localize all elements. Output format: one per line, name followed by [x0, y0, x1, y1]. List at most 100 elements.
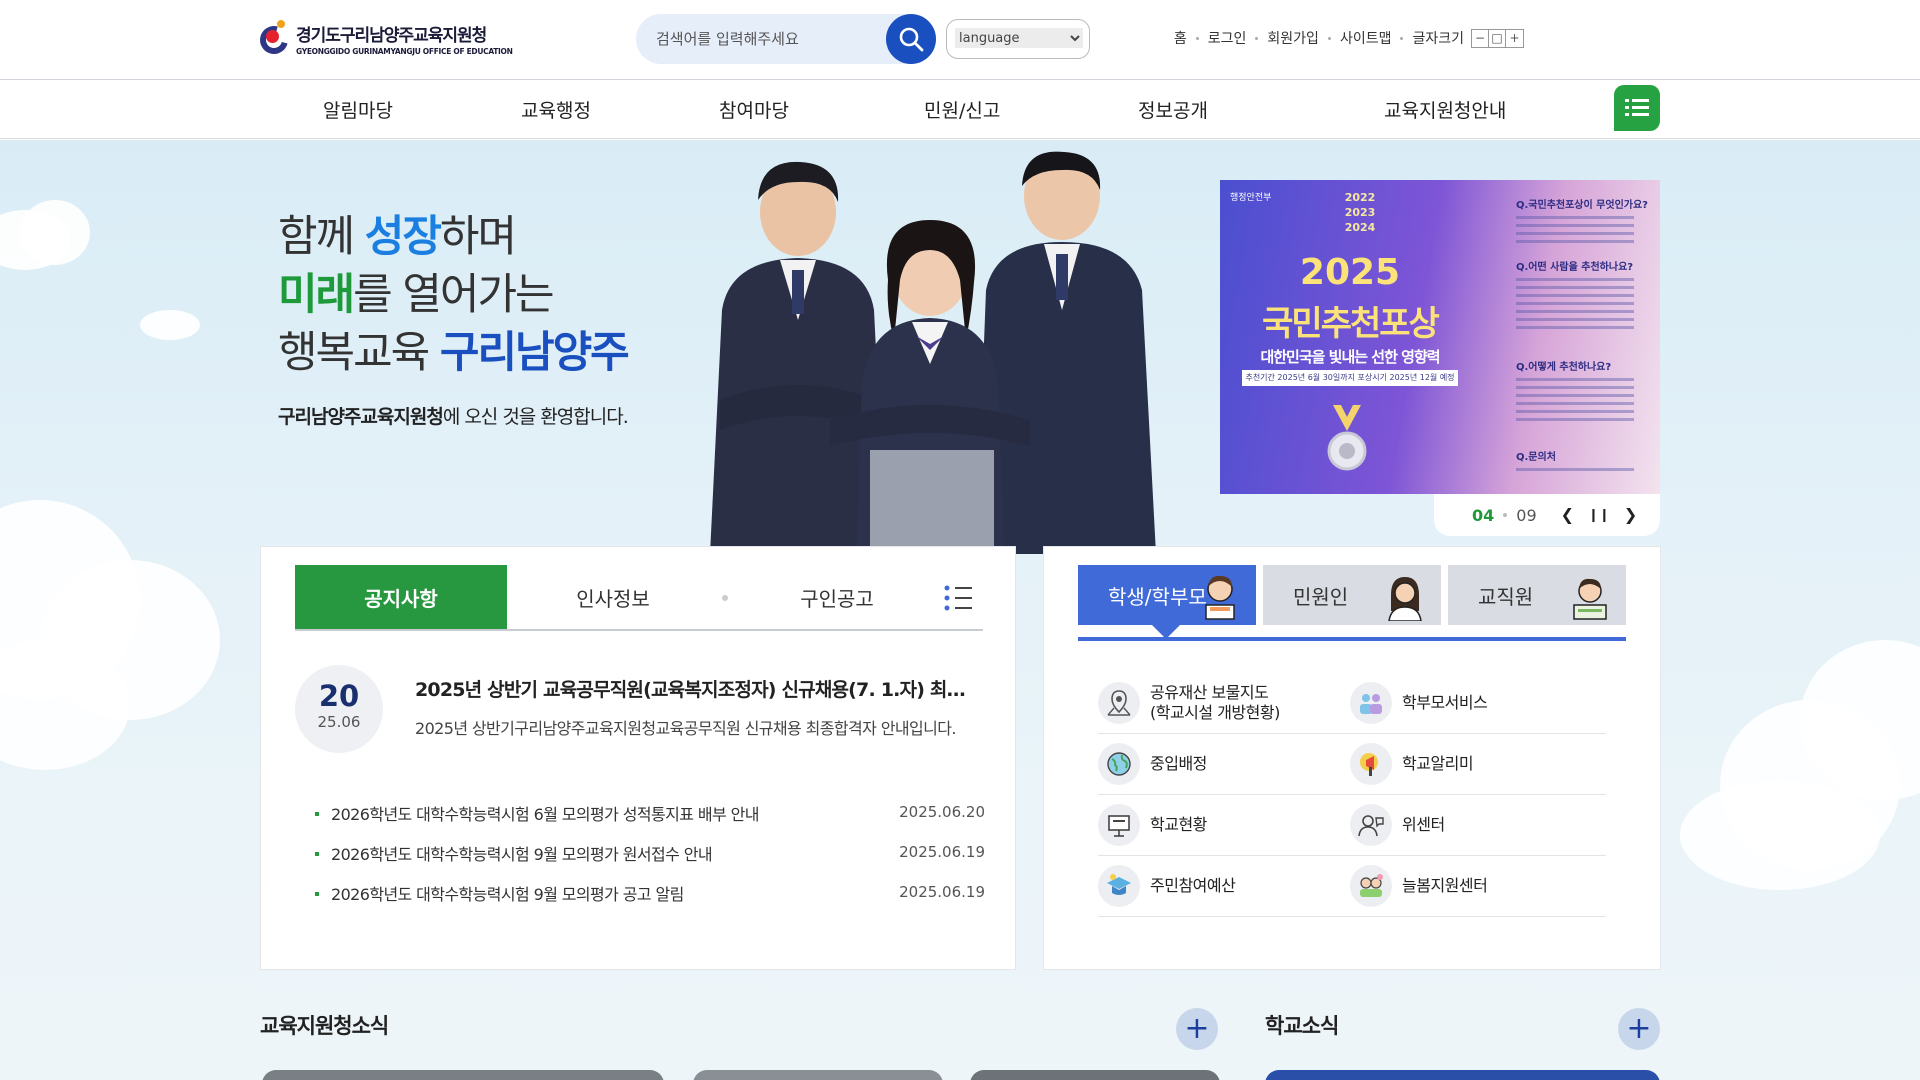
tab-staff[interactable]: 교직원 — [1448, 565, 1626, 625]
logo-korean-name: 경기도구리남양주교육지원청 — [296, 25, 487, 46]
notice-tabs: 공지사항 인사정보 구인공고 — [295, 565, 983, 631]
service-label: 학교알리미 — [1402, 754, 1474, 773]
utility-links: 홈 로그인 회원가입 사이트맵 글자크기 − □ + — [1174, 28, 1524, 48]
search-box — [636, 14, 936, 64]
banner-qa: Q.국민추천포상이 무엇인가요? — [1516, 196, 1656, 243]
util-sitemap-link[interactable]: 사이트맵 — [1340, 28, 1392, 48]
notice-title[interactable]: 2026학년도 대학수학능력시험 9월 모의평가 공고 알림 — [331, 881, 684, 905]
nav-notice[interactable]: 알림마당 — [323, 96, 393, 123]
service-label: 늘봄지원센터 — [1402, 876, 1488, 895]
banner-question: Q.문의처 — [1516, 452, 1556, 463]
tab-personnel[interactable]: 인사정보 — [507, 565, 719, 629]
nav-edu-admin[interactable]: 교육행정 — [521, 96, 591, 123]
font-decrease-button[interactable]: − — [1472, 29, 1489, 47]
service-grid: 공유재산 보물지도 (학교시설 개방현황) 학부모서비스 중입배정 학교알리미 … — [1098, 673, 1606, 917]
chevron-left-icon[interactable]: ❮ — [1561, 507, 1574, 523]
site-header: 경기도구리남양주교육지원청 GYEONGGIDO GURINAMYANGJU O… — [0, 0, 1920, 80]
list-menu-icon — [1625, 99, 1649, 116]
staff-avatar-icon — [1573, 578, 1607, 620]
globe-icon — [1107, 752, 1131, 776]
notice-board: 공지사항 인사정보 구인공고 20 25.06 2025년 상반기 교육공무직원… — [260, 546, 1016, 970]
banner-question: Q.어떻게 추천하나요? — [1516, 362, 1612, 373]
map-pin-icon — [1107, 690, 1131, 716]
main-navigation: 알림마당 교육행정 참여마당 민원/신고 정보공개 교육지원청안내 — [0, 80, 1920, 139]
tab-label: 교직원 — [1478, 584, 1534, 609]
cloud-decoration — [1680, 780, 1880, 890]
service-label: 학교현황 — [1150, 815, 1207, 834]
news-thumbnail[interactable] — [970, 1070, 1220, 1080]
service-parent-service[interactable]: 학부모서비스 — [1350, 673, 1606, 733]
service-wee-center[interactable]: 위센터 — [1350, 795, 1606, 855]
search-input[interactable] — [656, 25, 866, 53]
tab-students-parents[interactable]: 학생/학부모 — [1078, 565, 1256, 639]
language-select[interactable]: language — [955, 28, 1083, 48]
medal-icon — [1327, 405, 1367, 471]
banner-date-line: 추천기간 2025년 6월 30일까지 포상시기 2025년 12월 예정 — [1242, 370, 1458, 386]
promo-banner-slide[interactable]: 행정안전부 2022 2023 2024 2025 국민추천포상 대한민국을 빛… — [1220, 180, 1660, 494]
list-item[interactable]: 2026학년도 대학수학능력시험 6월 모의평가 성적통지표 배부 안내 202… — [315, 801, 985, 841]
nav-office-guide[interactable]: 교육지원청안내 — [1384, 96, 1506, 123]
chevron-right-icon[interactable]: ❯ — [1624, 507, 1637, 523]
slogan-text: 를 열어가는 — [353, 270, 554, 320]
nav-participation[interactable]: 참여마당 — [719, 96, 789, 123]
font-reset-button[interactable]: □ — [1489, 29, 1506, 47]
office-news-more-button[interactable]: + — [1176, 1008, 1218, 1050]
slogan-text: 함께 — [278, 212, 365, 262]
service-label: 주민참여예산 — [1150, 876, 1236, 895]
util-signup-link[interactable]: 회원가입 — [1267, 28, 1319, 48]
school-news-thumbnail[interactable] — [1265, 1070, 1660, 1080]
service-neulbom-center[interactable]: 늘봄지원센터 — [1350, 856, 1606, 916]
service-school-status[interactable]: 학교현황 — [1098, 795, 1348, 855]
parents-icon — [1360, 694, 1382, 714]
welcome-bold: 구리남양주교육지원청 — [278, 406, 444, 428]
banner-year-big: 2025 — [1299, 252, 1401, 293]
more-list-icon[interactable] — [943, 583, 973, 613]
service-middle-school-assign[interactable]: 중입배정 — [1098, 734, 1348, 794]
util-login-link[interactable]: 로그인 — [1208, 28, 1247, 48]
all-menu-button[interactable] — [1614, 85, 1660, 131]
nav-info-disclosure[interactable]: 정보공개 — [1138, 96, 1208, 123]
nav-civil-report[interactable]: 민원/신고 — [924, 96, 1000, 123]
news-thumbnail[interactable] — [693, 1070, 943, 1080]
slogan-highlight: 미래 — [278, 270, 355, 320]
list-item[interactable]: 2026학년도 대학수학능력시험 9월 모의평가 공고 알림 2025.06.1… — [315, 881, 985, 921]
featured-summary: 2025년 상반기구리남양주교육지원청교육공무직원 신규채용 최종합격자 안내입… — [415, 719, 956, 738]
util-font-size-label: 글자크기 — [1412, 31, 1464, 47]
service-label: 중입배정 — [1150, 754, 1207, 773]
tab-notice[interactable]: 공지사항 — [295, 565, 507, 629]
banner-ministry-label: 행정안전부 — [1230, 193, 1272, 203]
logo-emblem-icon — [254, 20, 294, 60]
notice-date: 2025.06.19 — [899, 883, 985, 901]
list-item[interactable]: 2026학년도 대학수학능력시험 9월 모의평가 원서접수 안내 2025.06… — [315, 841, 985, 881]
service-school-info[interactable]: 학교알리미 — [1350, 734, 1606, 794]
featured-date-badge: 20 25.06 — [295, 665, 383, 753]
featured-notice[interactable]: 20 25.06 2025년 상반기 교육공무직원(교육복지조정자) 신규채용(… — [295, 665, 985, 755]
news-thumbnail[interactable] — [262, 1070, 664, 1080]
featured-day: 20 — [318, 679, 360, 713]
notice-list: 2026학년도 대학수학능력시험 6월 모의평가 성적통지표 배부 안내 202… — [315, 801, 985, 921]
language-selector: language — [946, 19, 1090, 59]
featured-title[interactable]: 2025년 상반기 교육공무직원(교육복지조정자) 신규채용(7. 1.자) 최… — [415, 675, 981, 702]
pause-icon[interactable]: ❙❙ — [1588, 509, 1610, 522]
notice-date: 2025.06.19 — [899, 843, 985, 861]
banner-years: 2022 2023 2024 — [1338, 190, 1382, 235]
service-public-property-map[interactable]: 공유재산 보물지도 (학교시설 개방현황) — [1098, 673, 1348, 733]
util-home-link[interactable]: 홈 — [1174, 28, 1187, 48]
student-avatar-icon — [1205, 575, 1235, 620]
pager-total: 09 — [1516, 505, 1537, 525]
tab-civilian[interactable]: 민원인 — [1263, 565, 1441, 625]
civilian-avatar-icon — [1388, 577, 1422, 621]
cloud-decoration — [20, 200, 90, 265]
banner-qa: Q.어떤 사람을 추천하나요? — [1516, 258, 1656, 329]
service-resident-budget[interactable]: 주민참여예산 — [1098, 856, 1348, 916]
notice-title[interactable]: 2026학년도 대학수학능력시험 6월 모의평가 성적통지표 배부 안내 — [331, 801, 759, 825]
hero-slogan: 함께 성장하며 미래를 열어가는 행복교육 구리남양주 — [278, 208, 630, 382]
service-label: 학부모서비스 — [1402, 693, 1488, 712]
school-news-more-button[interactable]: + — [1618, 1008, 1660, 1050]
notice-title[interactable]: 2026학년도 대학수학능력시험 9월 모의평가 원서접수 안내 — [331, 841, 713, 865]
service-label: 공유재산 보물지도 (학교시설 개방현황) — [1150, 683, 1280, 722]
font-increase-button[interactable]: + — [1506, 30, 1523, 47]
search-button[interactable] — [886, 14, 936, 64]
site-logo[interactable]: 경기도구리남양주교육지원청 GYEONGGIDO GURINAMYANGJU O… — [254, 20, 513, 60]
tab-job-posting[interactable]: 구인공고 — [731, 565, 943, 629]
